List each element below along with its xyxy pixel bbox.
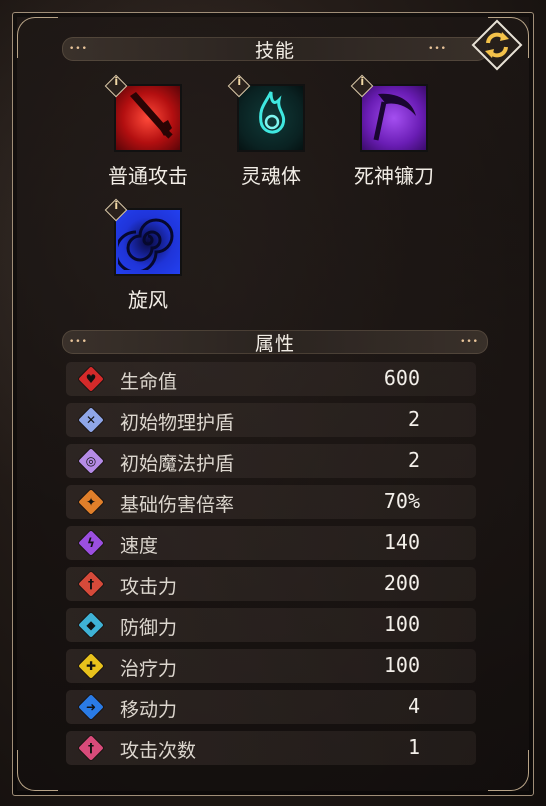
defense-icon: ◆ <box>76 610 106 640</box>
scythe-icon: i <box>350 74 428 152</box>
damage-multiplier-icon: ✦ <box>76 487 106 517</box>
stat-row: † 攻击力 200 <box>66 567 476 601</box>
header-dots: ••• <box>428 44 447 54</box>
attack-count-icon: † <box>76 733 106 763</box>
stat-value: 2 <box>407 407 420 431</box>
header-dots: ••• <box>460 337 479 347</box>
skill-name: 死神镰刀 <box>354 164 434 188</box>
heart-icon: ♥ <box>76 364 106 394</box>
stat-row: ✦ 基础伤害倍率 70% <box>66 485 476 519</box>
stat-name: 攻击力 <box>120 576 178 598</box>
skill-name: 普通攻击 <box>108 164 188 188</box>
stat-value: 100 <box>383 612 420 636</box>
swap-button[interactable] <box>471 19 523 71</box>
stat-name: 基础伤害倍率 <box>120 494 235 516</box>
movement-icon: ➜ <box>76 692 106 722</box>
skills-title: 技能 <box>254 39 295 62</box>
healing-icon: ✚ <box>76 651 106 681</box>
header-dots: ••• <box>69 337 88 347</box>
attack-icon: † <box>76 569 106 599</box>
stat-value: 2 <box>407 448 420 472</box>
stat-name: 初始物理护盾 <box>120 412 235 434</box>
stat-name: 移动力 <box>120 699 178 721</box>
stat-name: 初始魔法护盾 <box>120 453 235 475</box>
stat-row: ✕ 初始物理护盾 2 <box>66 403 476 437</box>
stat-value: 140 <box>383 530 420 554</box>
skill-name: 旋风 <box>128 288 168 312</box>
stat-value: 70% <box>383 489 420 513</box>
skill-card[interactable]: i 死神镰刀 <box>344 74 444 189</box>
sword-thrust-icon: i <box>104 74 182 152</box>
stat-row: ◆ 防御力 100 <box>66 608 476 642</box>
skill-card[interactable]: i 灵魂体 <box>221 74 321 189</box>
stat-value: 1 <box>407 735 420 759</box>
skill-name: 灵魂体 <box>241 164 301 188</box>
swap-arrows-icon <box>485 32 509 58</box>
stat-row: ◎ 初始魔法护盾 2 <box>66 444 476 478</box>
stat-name: 防御力 <box>120 617 178 639</box>
skills-header: ••• 技能 ••• <box>62 37 488 62</box>
attributes-header: ••• 属性 ••• <box>62 330 488 355</box>
attributes-title: 属性 <box>254 332 295 355</box>
corner-ornament <box>488 750 529 791</box>
stat-name: 速度 <box>120 535 159 557</box>
stat-value: 600 <box>383 366 420 390</box>
whirlwind-icon: i <box>104 198 182 276</box>
stat-row: ϟ 速度 140 <box>66 526 476 560</box>
spirit-flame-icon: i <box>227 74 305 152</box>
header-dots: ••• <box>69 44 88 54</box>
magic-shield-icon: ◎ <box>76 446 106 476</box>
physical-shield-icon: ✕ <box>76 405 106 435</box>
stat-value: 4 <box>407 694 420 718</box>
stat-value: 100 <box>383 653 420 677</box>
stat-row: ✚ 治疗力 100 <box>66 649 476 683</box>
skill-card[interactable]: i 旋风 <box>98 198 198 313</box>
stat-row: ♥ 生命值 600 <box>66 362 476 396</box>
stat-value: 200 <box>383 571 420 595</box>
stat-name: 治疗力 <box>120 658 178 680</box>
stat-row: † 攻击次数 1 <box>66 731 476 765</box>
stat-name: 生命值 <box>120 371 178 393</box>
speed-icon: ϟ <box>76 528 106 558</box>
stat-row: ➜ 移动力 4 <box>66 690 476 724</box>
skill-card[interactable]: i 普通攻击 <box>98 74 198 189</box>
corner-ornament <box>17 17 58 58</box>
stat-name: 攻击次数 <box>120 740 197 762</box>
corner-ornament <box>17 750 58 791</box>
